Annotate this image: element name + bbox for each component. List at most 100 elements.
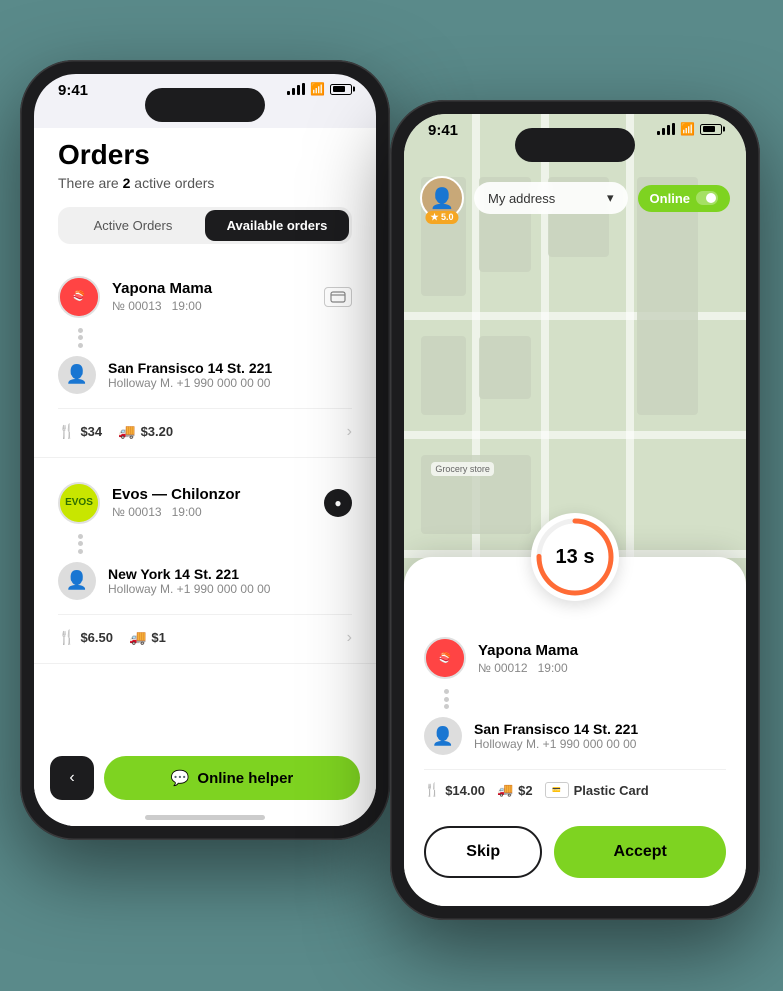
phone2-header: 👤 ★ 5.0 My address ▾ Online	[404, 168, 746, 228]
divider-dots-1	[78, 328, 80, 348]
phone1-frame: 9:41 📶 Orders	[20, 60, 390, 840]
online-toggle[interactable]: Online	[638, 185, 730, 212]
restaurant-name-2: Evos — Chilonzor	[112, 486, 312, 503]
tab-active-orders[interactable]: Active Orders	[61, 210, 205, 241]
order-row-1: 🍣 Yapona Mama № 00013 19:00	[58, 276, 352, 318]
dynamic-island-1	[145, 88, 265, 122]
modal-order-meta: № 00012 19:00	[478, 661, 726, 675]
restaurant-logo-1: 🍣	[58, 276, 100, 318]
card-icon: 💳	[545, 782, 569, 798]
modal-order-info: Yapona Mama № 00012 19:00	[478, 642, 726, 675]
courier-row-2: 👤 New York 14 St. 221 Holloway M. +1 990…	[58, 562, 352, 600]
order-arrow-1[interactable]: ›	[347, 423, 352, 441]
food-price-2: 🍴 $6.50	[58, 629, 113, 646]
modal-order-row: 🍣 Yapona Mama № 00012 19:00	[424, 637, 726, 679]
phone1-content: Orders There are 2 active orders Active …	[34, 128, 376, 826]
card-icon-1	[324, 287, 352, 307]
modal-delivery-price: 🚚 $2	[497, 782, 533, 798]
rating-badge: ★ 5.0	[425, 211, 458, 224]
modal-courier-address: San Fransisco 14 St. 221	[474, 721, 726, 737]
order-meta-2: № 00013 19:00	[112, 505, 312, 519]
phone1-status-icons: 📶	[287, 82, 352, 96]
truck-icon-2: 🚚	[129, 629, 146, 646]
modal-truck-icon: 🚚	[497, 782, 513, 798]
order-meta-1: № 00013 19:00	[112, 299, 312, 313]
modal-restaurant-name: Yapona Mama	[478, 642, 726, 659]
chevron-down-icon: ▾	[607, 190, 614, 206]
orders-tabs[interactable]: Active Orders Available orders	[58, 207, 352, 244]
order-footer-1: 🍴 $34 🚚 $3.20 ›	[58, 408, 352, 441]
truck-icon-1: 🚚	[118, 423, 135, 440]
modal-food-price: 🍴 $14.00	[424, 782, 485, 798]
modal-actions: Skip Accept	[424, 826, 726, 878]
modal-courier-row: 👤 San Fransisco 14 St. 221 Holloway M. +…	[424, 717, 726, 755]
phone2-frame: Grocery store 9:41 📶	[390, 100, 760, 920]
orders-header: Orders There are 2 active orders	[34, 128, 376, 207]
courier-row-1: 👤 San Fransisco 14 St. 221 Holloway M. +…	[58, 356, 352, 394]
modal-courier-avatar: 👤	[424, 717, 462, 755]
order-toggle-2[interactable]: ●	[324, 489, 352, 517]
phone1-screen: 9:41 📶 Orders	[34, 74, 376, 826]
courier-info-2: New York 14 St. 221 Holloway M. +1 990 0…	[108, 566, 352, 596]
modal-fork-icon: 🍴	[424, 782, 440, 798]
online-helper-button[interactable]: 💬 Online helper	[104, 756, 360, 800]
orders-title: Orders	[58, 140, 352, 171]
delivery-price-2: 🚚 $1	[129, 629, 166, 646]
order-info-2: Evos — Chilonzor № 00013 19:00	[112, 486, 312, 519]
chat-icon: 💬	[171, 769, 190, 787]
toggle-knob[interactable]	[696, 191, 718, 205]
order-info-1: Yapona Mama № 00013 19:00	[112, 280, 312, 313]
wifi-icon-2: 📶	[680, 122, 695, 136]
signal-icon	[287, 83, 305, 95]
restaurant-name-1: Yapona Mama	[112, 280, 312, 297]
courier-phone-1: Holloway M. +1 990 000 00 00	[108, 376, 352, 390]
modal-courier-phone: Holloway M. +1 990 000 00 00	[474, 737, 726, 751]
card-icon-svg	[330, 291, 346, 303]
courier-info-1: San Fransisco 14 St. 221 Holloway M. +1 …	[108, 360, 352, 390]
timer-circle: 13 s	[531, 513, 619, 601]
battery-icon	[330, 84, 352, 95]
tab-available-orders[interactable]: Available orders	[205, 210, 349, 241]
modal-payment: 💳 Plastic Card	[545, 782, 649, 798]
fork-knife-icon-1: 🍴	[58, 423, 75, 440]
battery-icon-2	[700, 124, 722, 135]
modal-divider	[444, 689, 446, 709]
wifi-icon: 📶	[310, 82, 325, 96]
phone1-time: 9:41	[58, 82, 88, 99]
order-arrow-2[interactable]: ›	[347, 629, 352, 647]
courier-phone-2: Holloway M. +1 990 000 00 00	[108, 582, 352, 596]
accept-order-modal: 13 s 🍣 Yapona Mama № 00012	[404, 557, 746, 906]
accept-button[interactable]: Accept	[554, 826, 726, 878]
phone2-status-icons: 📶	[657, 122, 722, 136]
courier-avatar-1: 👤	[58, 356, 96, 394]
delivery-price-1: 🚚 $3.20	[118, 423, 173, 440]
courier-address-1: San Fransisco 14 St. 221	[108, 360, 352, 376]
orders-subtitle: There are 2 active orders	[58, 175, 352, 191]
address-pill[interactable]: My address ▾	[474, 182, 628, 214]
courier-avatar-2: 👤	[58, 562, 96, 600]
dynamic-island-2	[515, 128, 635, 162]
modal-courier-info: San Fransisco 14 St. 221 Holloway M. +1 …	[474, 721, 726, 751]
skip-button[interactable]: Skip	[424, 826, 542, 878]
phone1-bottom-bar: ‹ 💬 Online helper	[34, 746, 376, 826]
order-footer-2: 🍴 $6.50 🚚 $1 ›	[58, 614, 352, 647]
restaurant-logo-2: EVOS	[58, 482, 100, 524]
phone1-home-indicator	[145, 815, 265, 820]
modal-restaurant-logo: 🍣	[424, 637, 466, 679]
back-button[interactable]: ‹	[50, 756, 94, 800]
order-card-2[interactable]: EVOS Evos — Chilonzor № 00013 19:00 ●	[34, 466, 376, 664]
phones-container: 9:41 📶 Orders	[0, 0, 783, 991]
order-card-1[interactable]: 🍣 Yapona Mama № 00013 19:00	[34, 260, 376, 458]
orders-subtitle-suffix: active orders	[130, 175, 214, 191]
timer-svg	[531, 513, 619, 601]
divider-dots-2	[78, 534, 80, 554]
food-price-1: 🍴 $34	[58, 423, 102, 440]
grocery-label: Grocery store	[431, 462, 494, 476]
courier-avatar-badge: 👤 ★ 5.0	[420, 176, 464, 220]
courier-address-2: New York 14 St. 221	[108, 566, 352, 582]
phone2-time: 9:41	[428, 122, 458, 139]
modal-footer: 🍴 $14.00 🚚 $2 💳 Plastic Card	[424, 769, 726, 810]
phone2-screen: Grocery store 9:41 📶	[404, 114, 746, 906]
order-row-2: EVOS Evos — Chilonzor № 00013 19:00 ●	[58, 482, 352, 524]
fork-knife-icon-2: 🍴	[58, 629, 75, 646]
